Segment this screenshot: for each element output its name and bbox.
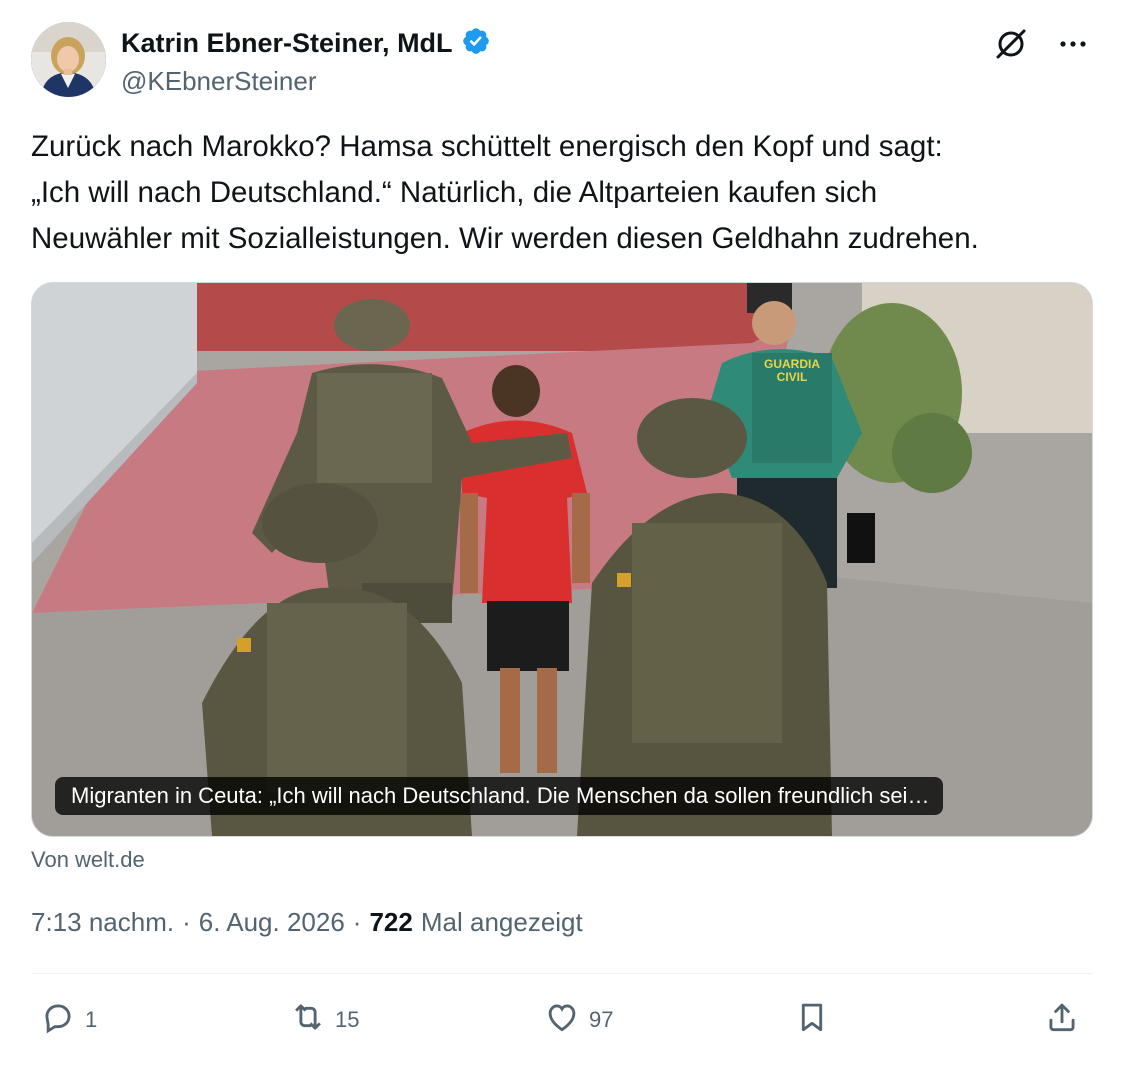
more-icon[interactable] bbox=[1053, 24, 1093, 64]
tweet-line: Zurück nach Marokko? Hamsa schüttelt ene… bbox=[31, 130, 943, 163]
tweet-date[interactable]: 6. Aug. 2026 bbox=[199, 907, 345, 938]
repost-button[interactable]: 15 bbox=[289, 995, 359, 1045]
like-count: 97 bbox=[589, 1007, 614, 1032]
grok-icon[interactable] bbox=[991, 24, 1031, 64]
author-handle[interactable]: @KEbnerSteiner bbox=[121, 66, 317, 97]
repost-count: 15 bbox=[335, 1007, 360, 1032]
bookmark-icon bbox=[793, 998, 831, 1042]
views-label: Mal angezeigt bbox=[420, 907, 583, 937]
vest-text-1: GUARDIA bbox=[764, 357, 820, 371]
meta-separator: · bbox=[352, 907, 362, 937]
divider bbox=[31, 973, 1093, 974]
tweet-text: Zurück nach Marokko? Hamsa schüttelt ene… bbox=[31, 124, 1091, 262]
bookmark-button[interactable] bbox=[793, 995, 831, 1045]
like-button[interactable]: 97 bbox=[543, 995, 613, 1045]
tweet-time[interactable]: 7:13 nachm. bbox=[31, 907, 174, 938]
verified-badge-icon bbox=[461, 26, 491, 61]
link-card[interactable]: GUARDIA CIVIL Migranten in Ceuta: „Ich w… bbox=[31, 282, 1093, 837]
tweet-header: Katrin Ebner-Steiner, MdL @KEbnerSteiner bbox=[31, 22, 1093, 100]
tweet-line: „Ich will nach Deutschland.“ Natürlich, … bbox=[31, 176, 878, 209]
action-bar: 1 15 97 bbox=[31, 995, 1093, 1045]
share-button[interactable] bbox=[1043, 995, 1081, 1045]
tweet-meta: 7:13 nachm. · 6. Aug. 2026 · 722 Mal ang… bbox=[31, 907, 583, 938]
reply-button[interactable]: 1 bbox=[39, 995, 97, 1045]
repost-icon bbox=[289, 998, 327, 1042]
avatar[interactable] bbox=[31, 22, 106, 97]
views-count: 722 bbox=[369, 907, 413, 937]
card-image: GUARDIA CIVIL bbox=[32, 283, 1092, 836]
share-icon bbox=[1043, 998, 1081, 1042]
tweet-line: Neuwähler mit Sozialleistungen. Wir werd… bbox=[31, 222, 979, 255]
vest-text-2: CIVIL bbox=[777, 370, 808, 384]
reply-icon bbox=[39, 998, 77, 1042]
meta-separator: · bbox=[182, 907, 191, 937]
author-name[interactable]: Katrin Ebner-Steiner, MdL bbox=[121, 28, 453, 59]
reply-count: 1 bbox=[85, 1007, 98, 1032]
card-source[interactable]: Von welt.de bbox=[31, 847, 145, 873]
like-icon bbox=[543, 998, 581, 1042]
card-caption: Migranten in Ceuta: „Ich will nach Deuts… bbox=[55, 777, 944, 815]
